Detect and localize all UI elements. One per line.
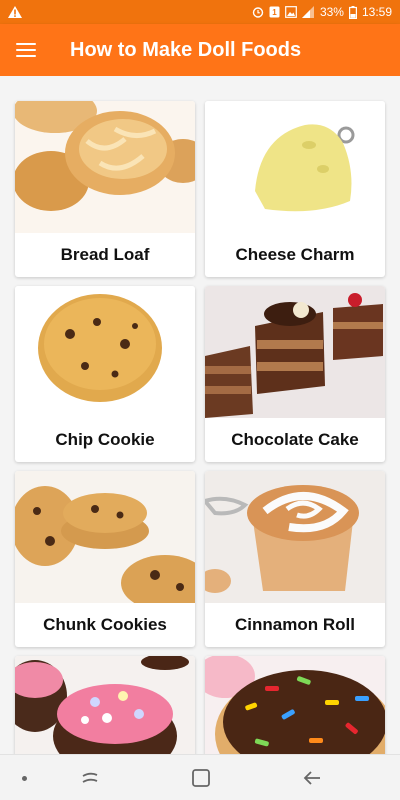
food-card-label: Cinnamon Roll — [235, 615, 355, 634]
food-card-chocolate-cake[interactable]: Chocolate Cake — [205, 286, 385, 462]
battery-percent: 33% — [319, 5, 344, 19]
warning-icon — [8, 6, 22, 18]
image-notification-icon — [285, 6, 297, 18]
notification-icon: 1 — [269, 6, 280, 18]
signal-icon — [301, 6, 314, 18]
hamburger-menu-icon[interactable] — [16, 38, 40, 62]
food-card-chip-cookie[interactable]: Chip Cookie — [15, 286, 195, 462]
food-card-label: Bread Loaf — [60, 245, 150, 264]
svg-text:1: 1 — [272, 8, 277, 17]
battery-icon — [348, 5, 357, 19]
clock: 13:59 — [361, 5, 392, 19]
food-card-cupcakes[interactable] — [15, 656, 195, 754]
food-card-cheese-charm[interactable]: Cheese Charm — [205, 101, 385, 277]
food-card-label: Cheese Charm — [235, 245, 355, 264]
home-icon[interactable] — [190, 767, 212, 789]
chunk-cookies-image — [15, 471, 195, 603]
food-card-chunk-cookies[interactable]: Chunk Cookies — [15, 471, 195, 647]
chip-cookie-image — [15, 286, 195, 418]
status-bar: 1 33% 13:59 — [0, 0, 400, 24]
donut-image — [205, 656, 385, 754]
cupcakes-image — [15, 656, 195, 754]
chocolate-cake-image — [205, 286, 385, 418]
alarm-icon — [252, 7, 264, 18]
system-navigation-bar — [0, 754, 400, 800]
food-card-donut[interactable] — [205, 656, 385, 754]
food-card-label: Chip Cookie — [55, 430, 155, 449]
back-icon[interactable] — [302, 767, 324, 789]
cinnamon-roll-image — [205, 471, 385, 603]
cheese-charm-image — [205, 101, 385, 233]
food-card-label: Chunk Cookies — [43, 615, 167, 634]
bread-loaf-image — [15, 101, 195, 233]
food-card-cinnamon-roll[interactable]: Cinnamon Roll — [205, 471, 385, 647]
app-title: How to Make Doll Foods — [70, 38, 302, 61]
food-card-bread-loaf[interactable]: Bread Loaf — [15, 101, 195, 277]
nav-dot-icon — [22, 776, 27, 781]
food-card-label: Chocolate Cake — [231, 430, 359, 449]
app-bar: How to Make Doll Foods — [0, 24, 400, 76]
recent-apps-icon[interactable] — [79, 767, 101, 789]
food-grid: Bread Loaf Cheese Charm Chip Cookie Choc… — [0, 76, 400, 754]
